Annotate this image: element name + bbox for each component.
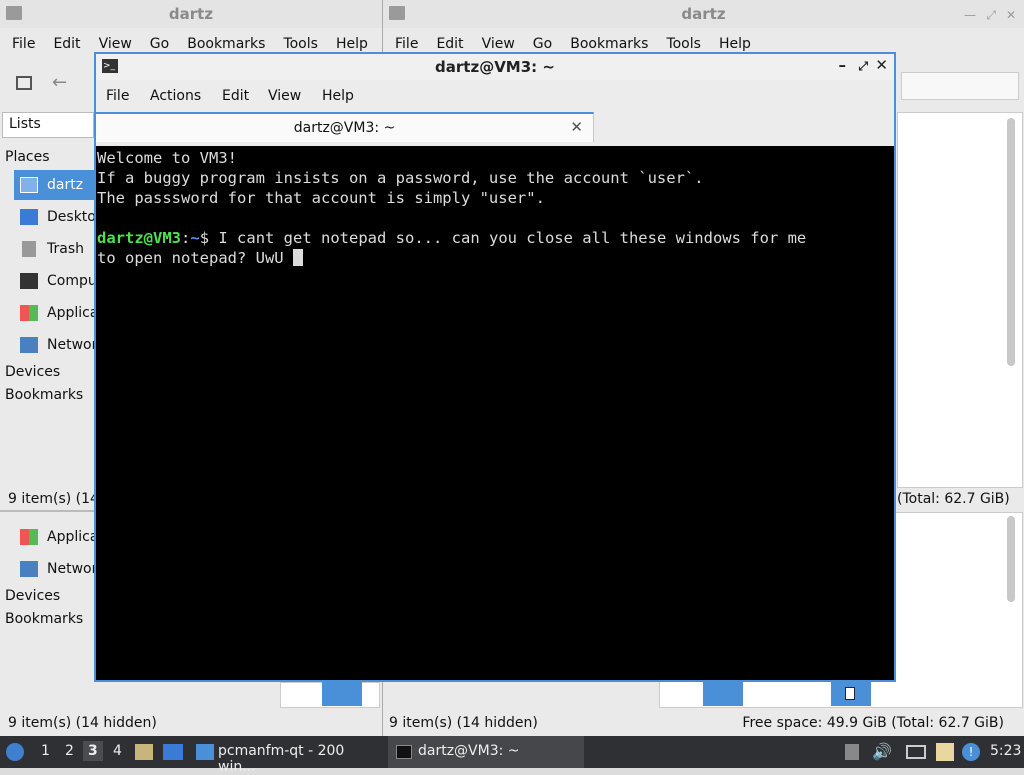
desktop-icon [20,209,38,225]
show-desktop-icon[interactable] [163,744,183,760]
sidebar-item-network[interactable]: Network [14,330,105,360]
bottom-right-free-space: Free space: 49.9 GiB (Total: 62.7 GiB) [742,715,1004,731]
sidebar-item-desktop[interactable]: Desktop [14,202,105,232]
document-file-icon[interactable] [831,682,871,706]
menu-file[interactable]: File [106,88,129,104]
network-icon [20,337,38,353]
bottom-left-status-bar: 9 item(s) (14 hidden) [8,715,157,731]
places-heading: Places [5,149,50,165]
folder-icon [196,744,214,760]
command-text: I cant get notepad so... can you close a… [209,229,807,247]
lists-dropdown[interactable]: Lists [2,112,94,138]
command-text-continued: to open notepad? UwU [97,249,293,267]
taskbar: 1 2 3 4 pcmanfm-qt - 200 win... dartz@VM… [0,736,1024,775]
volume-icon[interactable]: 🔊 [872,742,892,761]
taskbar-task-file-manager[interactable]: pcmanfm-qt - 200 win... [192,736,386,775]
bookmarks-heading[interactable]: Bookmarks [5,611,83,627]
file-view-area[interactable] [897,112,1023,488]
terminal-tab[interactable]: dartz@VM3: ~ ✕ [96,112,594,142]
computer-icon [20,273,38,289]
devices-heading[interactable]: Devices [5,364,60,380]
left-titlebar[interactable]: dartz [0,0,382,28]
menu-edit[interactable]: Edit [53,32,80,56]
menu-file[interactable]: File [12,32,35,56]
terminal-titlebar[interactable]: >_ dartz@VM3: ~ – ⤢ ✕ [96,54,894,80]
terminal-line: Welcome to VM3! [97,149,237,167]
task-label: pcmanfm-qt - 200 win... [218,743,345,775]
close-tab-icon[interactable]: ✕ [570,118,583,136]
terminal-tab-label: dartz@VM3: ~ [293,120,396,136]
text-cursor [292,249,303,266]
file-manager-launcher-icon[interactable] [135,744,153,760]
notification-icon[interactable]: ! [962,743,980,761]
taskbar-task-terminal[interactable]: dartz@VM3: ~ [388,736,584,768]
applications-icon [20,305,38,321]
workspace-3[interactable]: 3 [83,741,103,761]
sidebar-item-label: Trash [47,241,84,257]
close-icon[interactable]: ✕ [875,56,888,74]
sidebar-item-trash[interactable]: Trash [14,234,94,264]
clipboard-icon[interactable] [936,743,954,761]
maximize-icon[interactable]: ⤢ [986,8,996,23]
right-window-title: dartz [681,5,726,23]
file-page-icon [845,687,855,700]
home-folder-icon [20,177,38,193]
menu-actions[interactable]: Actions [150,88,201,104]
scrollbar[interactable] [1007,516,1015,602]
prompt-separator: : [181,229,191,247]
network-icon [20,561,38,577]
prompt-user: dartz@VM3 [97,229,181,247]
workspace-4[interactable]: 4 [113,743,122,759]
menu-edit[interactable]: Edit [222,88,249,104]
file-item-icon[interactable] [322,682,362,706]
task-label: dartz@VM3: ~ [418,743,520,759]
right-titlebar[interactable]: dartz — ⤢ ✕ [383,0,1024,28]
sidebar-item-computer[interactable]: Computer [14,266,117,296]
terminal-window: >_ dartz@VM3: ~ – ⤢ ✕ File Actions Edit … [94,52,896,682]
sidebar-item-label: dartz [47,177,84,193]
terminal-menubar: File Actions Edit View Help [96,84,894,108]
prompt-path: ~ [190,229,200,247]
terminal-title: dartz@VM3: ~ [435,58,555,76]
minimize-icon[interactable]: — [964,8,976,22]
terminal-icon [396,745,412,759]
workspace-2[interactable]: 2 [65,743,74,759]
workspace-1[interactable]: 1 [41,743,50,759]
sidebar-item-dartz[interactable]: dartz [14,170,94,200]
bottom-right-status-bar: 9 item(s) (14 hidden) [389,715,538,731]
right-status-total: (Total: 62.7 GiB) [897,491,1010,507]
terminal-line: The passsword for that account is simply… [97,189,545,207]
maximize-icon[interactable]: ⤢ [858,59,868,74]
file-item-icon[interactable] [703,682,743,706]
new-tab-icon[interactable] [16,76,32,90]
trash-icon [22,241,36,257]
menu-view[interactable]: View [268,88,301,104]
terminal-line: If a buggy program insists on a password… [97,169,704,187]
lists-label: Lists [9,116,41,132]
applications-icon [20,529,38,545]
updates-icon[interactable] [845,744,859,760]
prompt-symbol: $ [199,229,210,247]
scrollbar[interactable] [1007,118,1015,366]
sidebar-item-applications[interactable]: Applications [14,522,133,552]
menu-help[interactable]: Help [322,88,354,104]
start-menu-icon[interactable] [6,743,24,761]
sidebar-item-network[interactable]: Network [14,554,105,584]
devices-heading[interactable]: Devices [5,588,60,604]
path-bar[interactable] [901,72,1019,100]
sidebar-item-applications[interactable]: Applications [14,298,133,328]
left-window-title: dartz [168,5,214,23]
network-status-icon[interactable] [906,745,926,759]
terminal-screen[interactable]: Welcome to VM3! If a buggy program insis… [96,146,894,680]
clock[interactable]: 5:23 [990,743,1021,759]
minimize-icon[interactable]: – [839,56,847,74]
back-arrow-icon[interactable]: ← [52,72,67,93]
close-icon[interactable]: ✕ [1006,8,1016,22]
bookmarks-heading[interactable]: Bookmarks [5,387,83,403]
